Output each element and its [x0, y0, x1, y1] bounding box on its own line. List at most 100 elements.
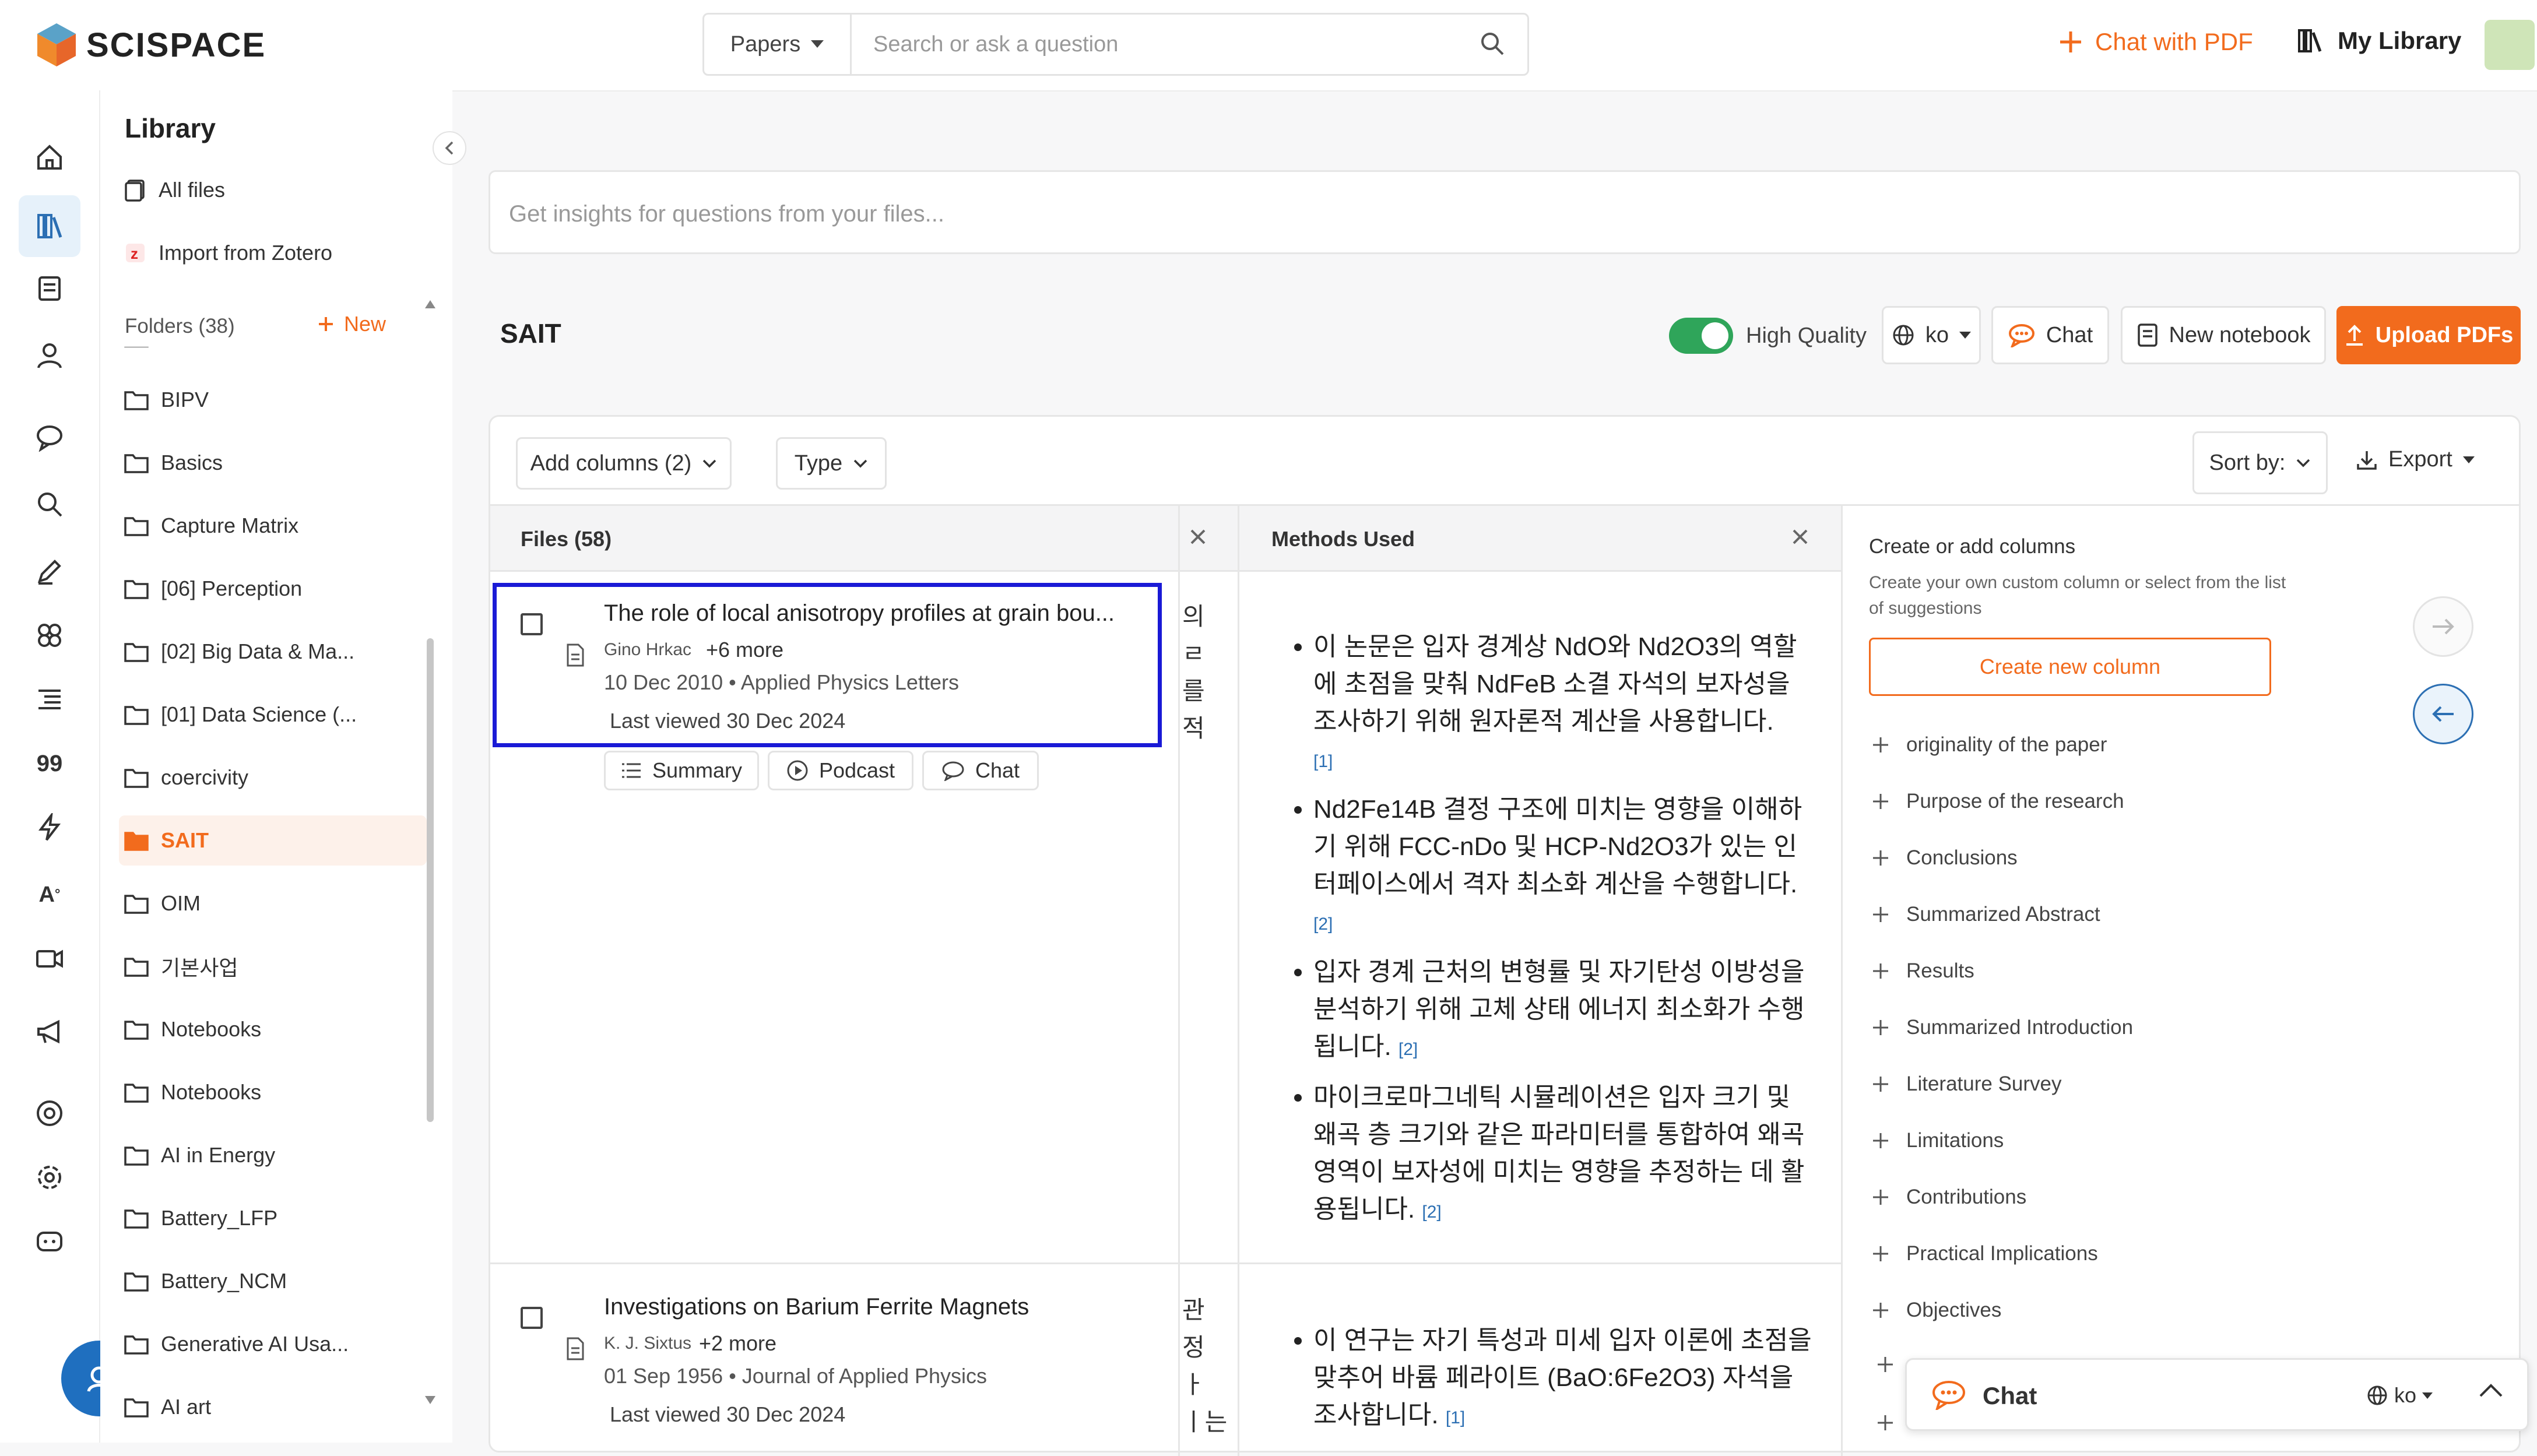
search-icon[interactable]	[1480, 31, 1505, 57]
openai-icon[interactable]	[29, 1157, 70, 1198]
folder-item[interactable]: OIM	[124, 878, 427, 929]
row-chat-button[interactable]: Chat	[922, 751, 1039, 790]
create-new-column-button[interactable]: Create new column	[1869, 638, 2271, 696]
suggestion-item[interactable]: Summarized Introduction	[1871, 1016, 2133, 1039]
suggestion-item[interactable]: Contributions	[1871, 1186, 2026, 1209]
search-input[interactable]: Search or ask a question	[873, 32, 1118, 57]
sort-by-dropdown[interactable]: Sort by:	[2192, 431, 2328, 494]
upload-pdfs-button[interactable]: Upload PDFs	[2336, 306, 2521, 364]
chat-bubble-icon	[1931, 1380, 1966, 1410]
quote-icon[interactable]: 99	[29, 743, 70, 784]
add-columns-dropdown[interactable]: Add columns (2)	[516, 437, 732, 490]
table-row[interactable]: Investigations on Barium Ferrite Magnets…	[490, 1264, 1843, 1456]
folder-item[interactable]: Capture Matrix	[124, 501, 427, 551]
folder-item[interactable]: coercivity	[124, 752, 427, 803]
folder-item[interactable]: Generative AI Usa...	[124, 1319, 427, 1369]
sliver-text: 관	[1182, 1296, 1205, 1324]
folder-label: Capture Matrix	[161, 514, 299, 537]
table-row[interactable]: The role of local anisotropy profiles at…	[490, 570, 1843, 1264]
high-quality-toggle[interactable]: High Quality	[1669, 318, 1867, 354]
chat-bubble-icon[interactable]	[29, 417, 70, 458]
papers-dropdown[interactable]: Papers	[704, 15, 852, 74]
folder-item[interactable]: [06] Perception	[124, 564, 427, 614]
all-files-item[interactable]: All files	[124, 165, 427, 215]
next-arrow-button[interactable]	[2413, 596, 2473, 657]
paper-title[interactable]: The role of local anisotropy profiles at…	[604, 600, 1152, 627]
suggestion-item[interactable]: Results	[1871, 959, 1974, 983]
folder-item[interactable]: Notebooks	[124, 1067, 427, 1117]
lightning-icon[interactable]	[29, 807, 70, 848]
export-button[interactable]: Export	[2356, 447, 2475, 472]
folder-item[interactable]: [02] Big Data & Ma...	[124, 627, 427, 677]
home-icon[interactable]	[29, 137, 70, 178]
close-files-column-button[interactable]	[1188, 527, 1208, 547]
chat-with-pdf-button[interactable]: Chat with PDF	[2058, 28, 2253, 56]
folder-item[interactable]: Notebooks	[124, 1004, 427, 1054]
pen-icon[interactable]	[29, 551, 70, 592]
suggestion-item[interactable]: originality of the paper	[1871, 733, 2107, 757]
list-icon[interactable]	[29, 679, 70, 720]
folder-icon	[124, 517, 149, 536]
folder-item[interactable]: 기본사업	[124, 941, 427, 991]
insights-input[interactable]: Get insights for questions from your fil…	[489, 170, 2521, 254]
new-folder-button[interactable]: New	[317, 312, 386, 336]
citation-link[interactable]: [1]	[1313, 752, 1333, 771]
chat-button[interactable]: Chat	[1991, 306, 2109, 364]
folder-scrollbar[interactable]	[424, 300, 437, 1408]
more-authors[interactable]: +6 more	[706, 638, 783, 662]
import-zotero-item[interactable]: z Import from Zotero	[124, 228, 427, 278]
scispace-logo-icon[interactable]	[36, 22, 77, 68]
row-checkbox[interactable]	[521, 613, 543, 635]
folder-item[interactable]: [01] Data Science (...	[124, 690, 427, 740]
new-notebook-button[interactable]: New notebook	[2121, 306, 2326, 364]
suggestion-item[interactable]: Purpose of the research	[1871, 790, 2124, 813]
summary-button[interactable]: Summary	[604, 751, 759, 790]
folder-item[interactable]: SAIT	[119, 815, 427, 866]
paper-author: K. J. Sixtus	[604, 1334, 692, 1353]
paper-title[interactable]: Investigations on Barium Ferrite Magnets	[604, 1294, 1152, 1320]
folder-item[interactable]: Battery_LFP	[124, 1193, 427, 1243]
suggestion-item[interactable]: Practical Implications	[1871, 1242, 2098, 1265]
folder-icon	[124, 1398, 149, 1418]
suggestion-item[interactable]: Literature Survey	[1871, 1072, 2062, 1096]
close-methods-column-button[interactable]	[1790, 527, 1810, 547]
more-authors[interactable]: +2 more	[699, 1331, 776, 1356]
folder-label: coercivity	[161, 765, 249, 789]
suggestion-item[interactable]: Conclusions	[1871, 846, 2018, 870]
folder-item[interactable]: AI in Energy	[124, 1130, 427, 1180]
methods-list: 이 논문은 입자 경계상 NdO와 Nd2O3의 역할에 초점을 맞춰 NdFe…	[1278, 628, 1815, 1231]
citation-link[interactable]: [2]	[1313, 915, 1333, 934]
library-icon[interactable]	[19, 195, 80, 257]
citation-link[interactable]: [2]	[1422, 1202, 1441, 1222]
tools-icon[interactable]	[29, 615, 70, 656]
citation-link[interactable]: [1]	[1446, 1408, 1465, 1427]
folder-item[interactable]: BIPV	[124, 375, 427, 425]
suggestion-item[interactable]: Limitations	[1871, 1129, 2004, 1152]
collapse-panel-button[interactable]	[433, 131, 466, 165]
prev-arrow-button[interactable]	[2413, 684, 2473, 744]
discord-icon[interactable]	[29, 1221, 70, 1262]
row-checkbox[interactable]	[521, 1307, 543, 1329]
folder-item[interactable]: Reinforcement Lea...	[124, 347, 427, 362]
suggestion-item[interactable]: Summarized Abstract	[1871, 903, 2100, 926]
search-ai-icon[interactable]	[29, 484, 70, 525]
expand-chat-button[interactable]	[2478, 1382, 2504, 1399]
podcast-button[interactable]: Podcast	[768, 751, 913, 790]
chat-widget[interactable]: Chat ko	[1905, 1358, 2529, 1431]
type-filter-dropdown[interactable]: Type	[776, 437, 887, 490]
folder-item[interactable]: Battery_NCM	[124, 1256, 427, 1306]
megaphone-icon[interactable]	[29, 1011, 70, 1052]
folder-item[interactable]: AI art	[124, 1382, 427, 1432]
chat-language-dropdown[interactable]: ko	[2366, 1383, 2433, 1408]
notebook-icon[interactable]	[29, 268, 70, 309]
ai-detector-icon[interactable]: A °	[29, 874, 70, 915]
suggestion-item[interactable]: Objectives	[1871, 1299, 2001, 1322]
my-library-button[interactable]: My Library	[2297, 27, 2461, 55]
avatar[interactable]	[2485, 20, 2535, 70]
chrome-icon[interactable]	[29, 1093, 70, 1134]
citation-link[interactable]: [2]	[1398, 1040, 1418, 1059]
folder-item[interactable]: Basics	[124, 438, 427, 488]
video-icon[interactable]	[29, 938, 70, 979]
user-icon[interactable]	[29, 335, 70, 376]
language-dropdown[interactable]: ko	[1882, 306, 1981, 364]
